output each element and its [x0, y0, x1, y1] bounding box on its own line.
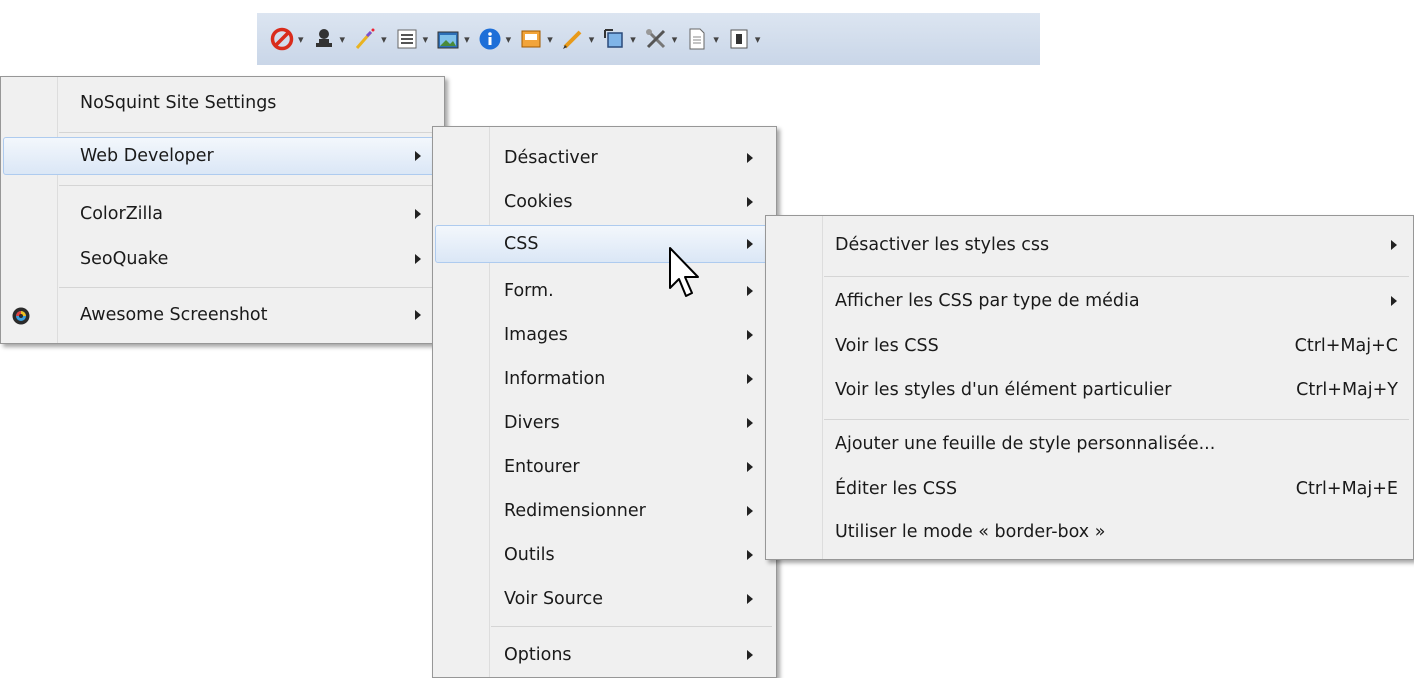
dropdown-arrow-icon: ▾ [464, 32, 470, 46]
menu-item-editer-css[interactable]: Éditer les CSS Ctrl+Maj+E [768, 470, 1411, 508]
menu-item-colorzilla[interactable]: ColorZilla [3, 195, 442, 233]
submenu-arrow-icon [1391, 296, 1397, 306]
dropdown-arrow-icon: ▾ [505, 32, 512, 46]
pencil-icon [560, 26, 586, 52]
menu-separator [491, 626, 772, 627]
resize-dropdown[interactable]: ▾ [601, 26, 636, 52]
submenu-arrow-icon [415, 151, 421, 161]
menu-item-voir-css[interactable]: Voir les CSS Ctrl+Maj+C [768, 327, 1411, 365]
menu-item-outils[interactable]: Outils [435, 536, 774, 574]
menu-item-afficher-media[interactable]: Afficher les CSS par type de média [768, 282, 1411, 320]
main-context-menu: NoSquint Site Settings Web Developer Col… [0, 76, 445, 344]
dropdown-arrow-icon: ▾ [588, 32, 595, 46]
outline-dropdown[interactable]: ▾ [560, 26, 595, 52]
options-icon [726, 26, 752, 52]
submenu-arrow-icon [747, 330, 753, 340]
menu-separator [824, 419, 1409, 420]
dropdown-arrow-icon: ▾ [339, 32, 346, 46]
menu-item-voir-styles-element[interactable]: Voir les styles d'un élément particulier… [768, 371, 1411, 409]
dropdown-arrow-icon: ▾ [713, 32, 719, 46]
menu-item-awesome-screenshot[interactable]: Awesome Screenshot [3, 296, 442, 334]
submenu-arrow-icon [747, 197, 753, 207]
menu-item-desactiver-styles[interactable]: Désactiver les styles css [768, 226, 1411, 264]
submenu-arrow-icon [747, 594, 753, 604]
menu-item-border-box[interactable]: Utiliser le mode « border-box » [768, 513, 1411, 551]
disable-icon [269, 26, 295, 52]
css-submenu: Désactiver les styles css Afficher les C… [765, 215, 1414, 560]
dropdown-arrow-icon: ▾ [754, 32, 761, 46]
submenu-arrow-icon [747, 462, 753, 472]
shortcut-label: Ctrl+Maj+E [1295, 479, 1398, 499]
menu-item-cookies[interactable]: Cookies [435, 183, 774, 221]
dropdown-arrow-icon: ▾ [671, 32, 678, 46]
wand-icon [352, 26, 378, 52]
submenu-arrow-icon [747, 286, 753, 296]
submenu-arrow-icon [415, 310, 421, 320]
submenu-arrow-icon [747, 153, 753, 163]
menu-separator [59, 132, 440, 133]
dropdown-arrow-icon: ▾ [381, 32, 387, 46]
images-dropdown[interactable]: ▾ [435, 26, 470, 52]
tools-dropdown[interactable]: ▾ [643, 26, 678, 52]
miscellaneous-dropdown[interactable]: ▾ [518, 26, 553, 52]
menu-separator [59, 287, 440, 288]
options-dropdown[interactable]: ▾ [726, 26, 761, 52]
menu-item-form[interactable]: Form. [435, 272, 774, 310]
menu-item-ajouter-feuille[interactable]: Ajouter une feuille de style personnalis… [768, 425, 1411, 463]
cookies-dropdown[interactable]: ▾ [311, 26, 346, 52]
resize-icon [601, 26, 627, 52]
forms-dropdown[interactable]: ▾ [394, 26, 429, 52]
form-icon [394, 26, 420, 52]
submenu-arrow-icon [747, 650, 753, 660]
submenu-arrow-icon [747, 418, 753, 428]
dropdown-arrow-icon: ▾ [630, 32, 636, 46]
submenu-arrow-icon [747, 239, 753, 249]
shortcut-label: Ctrl+Maj+Y [1296, 380, 1398, 400]
web-developer-toolbar: ▾ ▾ ▾ ▾ ▾ ▾ ▾ ▾ ▾ ▾ ▾ ▾ [257, 13, 1040, 65]
menu-separator [824, 276, 1409, 277]
menu-item-css[interactable]: CSS [435, 225, 774, 263]
menu-item-redimensionner[interactable]: Redimensionner [435, 492, 774, 530]
menu-item-entourer[interactable]: Entourer [435, 448, 774, 486]
menu-item-seoquake[interactable]: SeoQuake [3, 240, 442, 278]
submenu-arrow-icon [747, 506, 753, 516]
submenu-arrow-icon [415, 254, 421, 264]
menu-separator [59, 185, 440, 186]
image-icon [435, 26, 461, 52]
information-dropdown[interactable]: ▾ [477, 26, 512, 52]
submenu-arrow-icon [747, 550, 753, 560]
outline-icon [518, 26, 544, 52]
source-icon [684, 26, 710, 52]
css-dropdown[interactable]: ▾ [352, 26, 387, 52]
mouse-cursor-icon [669, 247, 699, 297]
view-source-dropdown[interactable]: ▾ [684, 26, 719, 52]
shortcut-label: Ctrl+Maj+C [1294, 336, 1398, 356]
menu-item-web-developer[interactable]: Web Developer [3, 137, 442, 175]
dropdown-arrow-icon: ▾ [298, 32, 304, 46]
dropdown-arrow-icon: ▾ [422, 32, 429, 46]
info-icon [477, 26, 503, 52]
submenu-arrow-icon [747, 374, 753, 384]
menu-item-images[interactable]: Images [435, 316, 774, 354]
menu-item-information[interactable]: Information [435, 360, 774, 398]
menu-item-desactiver[interactable]: Désactiver [435, 139, 774, 177]
tools-icon [643, 26, 669, 52]
disable-dropdown[interactable]: ▾ [269, 26, 304, 52]
menu-item-divers[interactable]: Divers [435, 404, 774, 442]
dropdown-arrow-icon: ▾ [547, 32, 553, 46]
web-developer-submenu: Désactiver Cookies CSS Form. Images Info… [432, 126, 777, 678]
menu-item-voir-source[interactable]: Voir Source [435, 580, 774, 618]
user-icon [311, 26, 337, 52]
menu-item-options[interactable]: Options [435, 636, 774, 674]
submenu-arrow-icon [1391, 240, 1397, 250]
awesome-screenshot-icon [12, 307, 30, 325]
submenu-arrow-icon [415, 209, 421, 219]
menu-item-nosquint[interactable]: NoSquint Site Settings [3, 84, 442, 122]
